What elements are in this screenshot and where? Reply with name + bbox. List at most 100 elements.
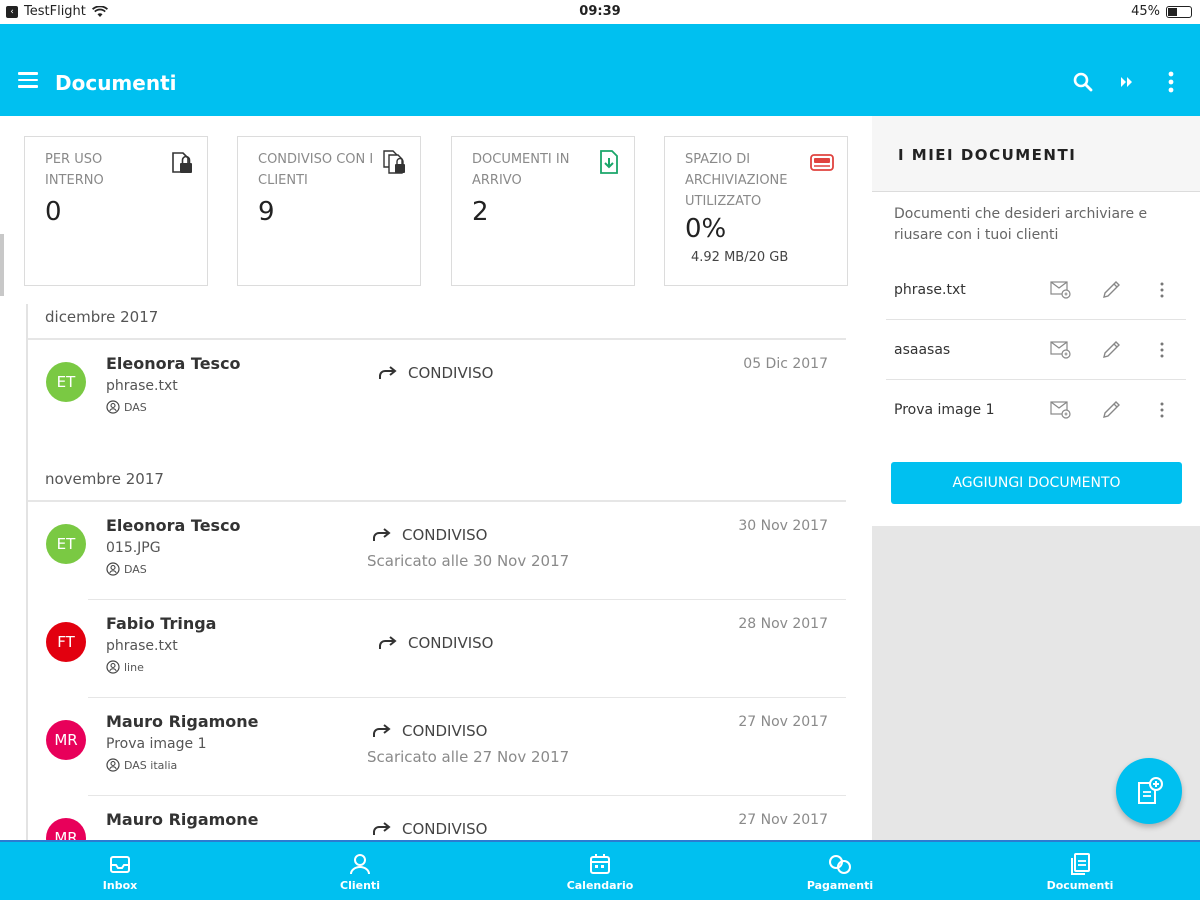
download-document-icon xyxy=(600,150,618,174)
tab-label: Documenti xyxy=(1046,878,1114,892)
stat-label: DOCUMENTI IN ARRIVO xyxy=(472,152,570,188)
scroll-edge-indicator xyxy=(0,234,4,296)
status-bar: ‹ TestFlight 09:39 45% xyxy=(0,0,1200,24)
entry-date: 05 Dic 2017 xyxy=(743,356,828,372)
clock: 09:39 xyxy=(579,4,621,19)
list-item[interactable]: MR Mauro Rigamone Prova image 1 DAS ital… xyxy=(28,706,846,802)
document-name: Prova image 1 xyxy=(894,402,995,418)
my-document-item[interactable]: asaasas xyxy=(886,320,1186,380)
tab-label: Clienti xyxy=(340,878,380,892)
client-name: Eleonora Tesco xyxy=(106,516,241,535)
tab-label: Calendario xyxy=(566,878,634,892)
send-email-icon[interactable] xyxy=(1049,278,1073,302)
tab-pagamenti[interactable]: Pagamenti xyxy=(720,842,960,900)
list-item[interactable]: MR Mauro Rigamone CONDIVISO 27 Nov 2017 xyxy=(28,804,846,840)
download-status: Scaricato alle 27 Nov 2017 xyxy=(367,748,570,766)
client-name: Mauro Rigamone xyxy=(106,712,259,731)
search-icon[interactable] xyxy=(1072,70,1094,94)
tab-clienti[interactable]: Clienti xyxy=(240,842,480,900)
organization-name: DAS italia xyxy=(124,758,178,772)
stat-label: PER USO INTERNO xyxy=(45,152,104,188)
forward-icon[interactable] xyxy=(1116,70,1138,94)
battery-icon xyxy=(1166,5,1192,18)
organization-icon xyxy=(106,660,120,674)
add-document-button[interactable]: AGGIUNGI DOCUMENTO xyxy=(891,462,1182,504)
document-name: asaasas xyxy=(894,342,951,358)
organization-name: line xyxy=(124,660,144,674)
more-vertical-icon[interactable] xyxy=(1150,338,1174,362)
entry-date: 27 Nov 2017 xyxy=(738,714,828,730)
more-vertical-icon[interactable] xyxy=(1150,278,1174,302)
entry-date: 27 Nov 2017 xyxy=(738,812,828,828)
share-status: CONDIVISO xyxy=(402,526,488,544)
file-name: phrase.txt xyxy=(106,378,178,394)
stat-card-internal[interactable]: PER USO INTERNO 0 xyxy=(24,136,208,286)
bottom-navigation: Inbox Clienti Calendario Pagamenti Docum… xyxy=(0,840,1200,900)
payments-icon xyxy=(827,851,853,877)
avatar: MR xyxy=(46,720,86,760)
share-status: CONDIVISO xyxy=(408,634,494,652)
organization-icon xyxy=(106,400,120,414)
tab-documenti[interactable]: Documenti xyxy=(960,842,1200,900)
tab-calendario[interactable]: Calendario xyxy=(480,842,720,900)
file-name: Prova image 1 xyxy=(106,736,207,752)
client-name: Fabio Tringa xyxy=(106,614,217,633)
more-vertical-icon[interactable] xyxy=(1150,398,1174,422)
share-arrow-icon xyxy=(373,822,391,835)
more-vertical-icon[interactable] xyxy=(1160,70,1182,94)
calendar-icon xyxy=(587,851,613,877)
share-status: CONDIVISO xyxy=(402,820,488,838)
row-divider xyxy=(88,697,846,698)
list-item[interactable]: FT Fabio Tringa phrase.txt line CONDIVIS… xyxy=(28,608,846,704)
share-arrow-icon xyxy=(379,636,397,649)
organization-name: DAS xyxy=(124,400,147,414)
share-status: CONDIVISO xyxy=(402,722,488,740)
file-name: 015.JPG xyxy=(106,540,161,556)
my-documents-panel: I MIEI DOCUMENTI Documenti che desideri … xyxy=(872,116,1200,840)
tab-inbox[interactable]: Inbox xyxy=(0,842,240,900)
share-arrow-icon xyxy=(373,724,391,737)
entry-date: 30 Nov 2017 xyxy=(738,518,828,534)
page-title: Documenti xyxy=(55,71,177,95)
send-email-icon[interactable] xyxy=(1049,398,1073,422)
edit-pencil-icon[interactable] xyxy=(1099,278,1123,302)
stat-card-incoming[interactable]: DOCUMENTI IN ARRIVO 2 xyxy=(451,136,635,286)
panel-header: I MIEI DOCUMENTI xyxy=(872,116,1200,192)
send-email-icon[interactable] xyxy=(1049,338,1073,362)
tab-label: Pagamenti xyxy=(806,878,874,892)
list-item[interactable]: ET Eleonora Tesco 015.JPG DAS CONDIVISO … xyxy=(28,510,846,606)
edit-pencil-icon[interactable] xyxy=(1099,398,1123,422)
month-header: dicembre 2017 xyxy=(45,308,159,326)
stat-card-shared[interactable]: CONDIVISO CON I CLIENTI 9 xyxy=(237,136,421,286)
stat-value: 2 xyxy=(472,197,489,227)
share-arrow-icon xyxy=(373,528,391,541)
document-name: phrase.txt xyxy=(894,282,966,298)
stat-card-storage[interactable]: SPAZIO DI ARCHIVIAZIONE UTILIZZATO 0% 4.… xyxy=(664,136,848,286)
my-document-item[interactable]: phrase.txt xyxy=(886,260,1186,320)
new-document-fab[interactable] xyxy=(1116,758,1182,824)
stat-value: 0% xyxy=(685,214,727,244)
panel-title: I MIEI DOCUMENTI xyxy=(898,146,1077,164)
entry-date: 28 Nov 2017 xyxy=(738,616,828,632)
stat-value: 0 xyxy=(45,197,62,227)
clients-icon xyxy=(347,851,373,877)
panel-description: Documenti che desideri archiviare e rius… xyxy=(894,206,1148,243)
storage-usage: 4.92 MB/20 GB xyxy=(691,250,789,265)
app-bar: Documenti xyxy=(0,24,1200,116)
stat-label: SPAZIO DI ARCHIVIAZIONE UTILIZZATO xyxy=(685,152,788,209)
stat-label: CONDIVISO CON I CLIENTI xyxy=(258,152,374,188)
client-name: Eleonora Tesco xyxy=(106,354,241,373)
edit-pencil-icon[interactable] xyxy=(1099,338,1123,362)
storage-icon xyxy=(810,154,834,171)
lock-document-icon xyxy=(172,152,192,173)
month-header: novembre 2017 xyxy=(45,470,164,488)
share-status: CONDIVISO xyxy=(408,364,494,382)
list-item[interactable]: ET Eleonora Tesco phrase.txt DAS CONDIVI… xyxy=(28,348,846,444)
row-divider xyxy=(88,795,846,796)
add-document-icon xyxy=(1138,777,1163,804)
avatar: ET xyxy=(46,362,86,402)
inbox-icon xyxy=(107,851,133,877)
hamburger-icon[interactable] xyxy=(18,72,38,90)
divider xyxy=(28,338,846,340)
my-document-item[interactable]: Prova image 1 xyxy=(886,380,1186,440)
